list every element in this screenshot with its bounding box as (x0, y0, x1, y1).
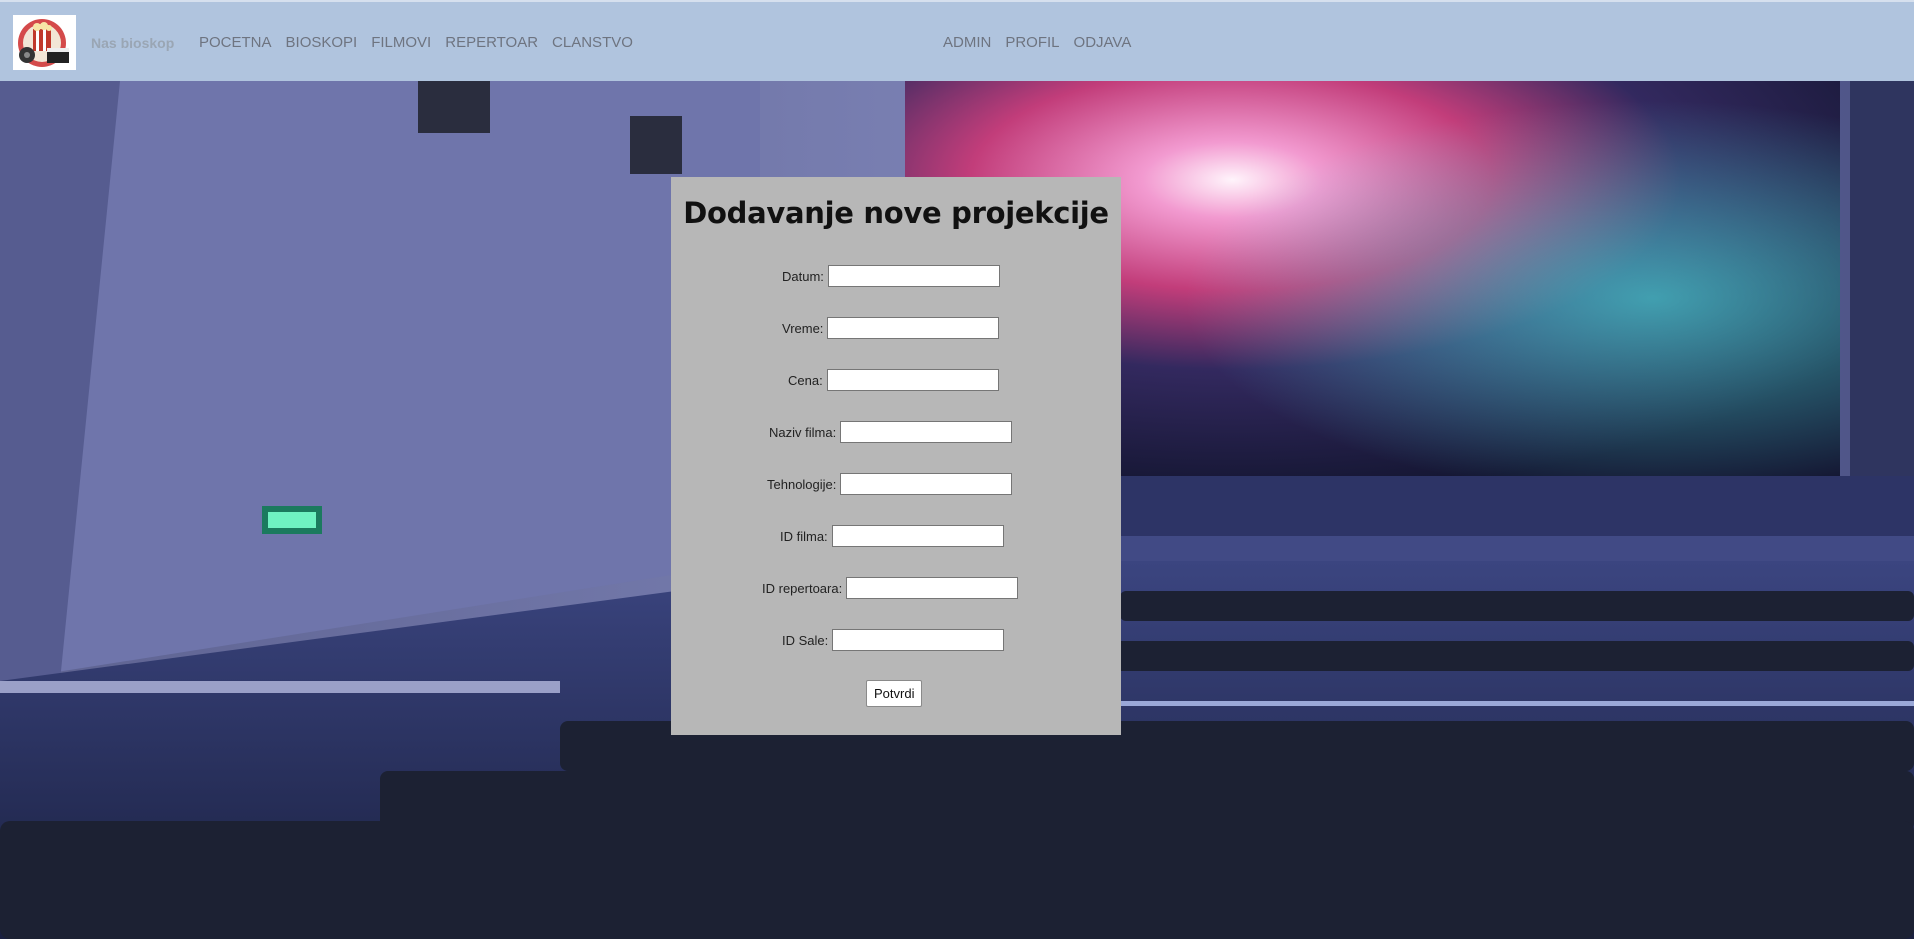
tehnologije-input[interactable] (840, 473, 1013, 495)
id-filma-label: ID filma: (780, 528, 828, 544)
id-repertoara-label: ID repertoara: (762, 580, 843, 596)
naziv-filma-input[interactable] (840, 421, 1013, 443)
nav-odjava[interactable]: ODJAVA (1074, 34, 1132, 51)
nav-pocetna[interactable]: POCETNA (199, 34, 272, 51)
nav-profil[interactable]: PROFIL (1005, 34, 1059, 51)
nav-repertoar[interactable]: REPERTOAR (445, 34, 538, 51)
nav-clanstvo[interactable]: CLANSTVO (552, 34, 633, 51)
vreme-label: Vreme: (782, 320, 824, 336)
main-nav: POCETNA BIOSKOPI FILMOVI REPERTOAR CLANS… (199, 34, 647, 51)
datum-label: Datum: (782, 268, 824, 284)
datum-input[interactable] (827, 265, 1000, 287)
vreme-input[interactable] (827, 317, 1000, 339)
field-naziv-filma: Naziv filma: (769, 421, 1013, 443)
tehnologije-label: Tehnologije: (767, 476, 837, 492)
field-id-repertoara: ID repertoara: (762, 577, 1019, 599)
nav-filmovi[interactable]: FILMOVI (371, 34, 431, 51)
id-filma-input[interactable] (831, 525, 1004, 547)
field-vreme: Vreme: (782, 317, 1000, 339)
id-sale-label: ID Sale: (782, 632, 829, 648)
field-cena: Cena: (788, 369, 999, 391)
cena-label: Cena: (788, 372, 823, 388)
top-navbar: Nas bioskop POCETNA BIOSKOPI FILMOVI REP… (0, 0, 1914, 81)
field-tehnologije: Tehnologije: (767, 473, 1013, 495)
brand-name[interactable]: Nas bioskop (91, 35, 174, 51)
id-sale-input[interactable] (832, 629, 1005, 651)
cinema-logo-icon[interactable] (13, 15, 76, 70)
submit-button[interactable]: Potvrdi (866, 680, 923, 707)
form-title: Dodavanje nove projekcije (683, 196, 1109, 230)
field-id-sale: ID Sale: (782, 629, 1005, 651)
user-nav: ADMIN PROFIL ODJAVA (943, 34, 1145, 51)
cena-input[interactable] (826, 369, 999, 391)
id-repertoara-input[interactable] (846, 577, 1019, 599)
nav-bioskopi[interactable]: BIOSKOPI (286, 34, 358, 51)
field-id-filma: ID filma: (780, 525, 1004, 547)
nav-admin[interactable]: ADMIN (943, 34, 991, 51)
new-projection-form: Dodavanje nove projekcije Datum: Vreme: … (671, 177, 1121, 735)
naziv-filma-label: Naziv filma: (769, 424, 837, 440)
field-datum: Datum: (782, 265, 1000, 287)
